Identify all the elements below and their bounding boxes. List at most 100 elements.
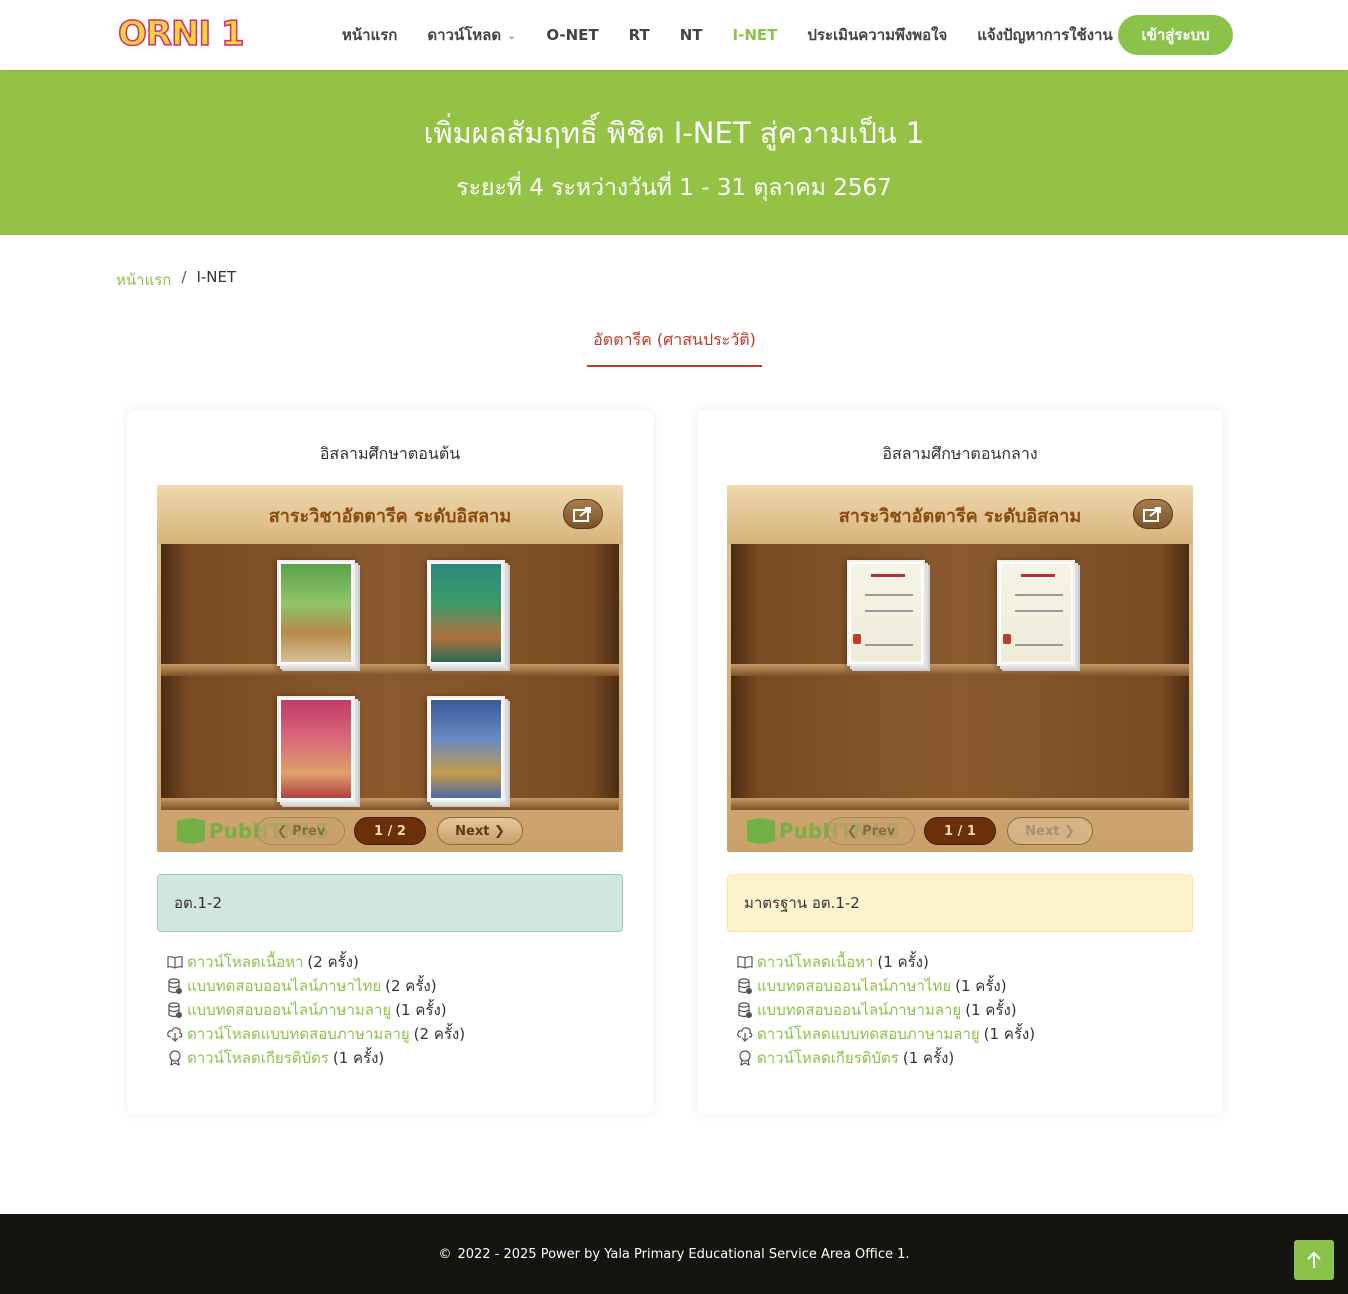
link-download-content: ดาวน์โหลดเนื้อหา (1 ครั้ง) bbox=[737, 950, 1035, 974]
link-online-test-thai: แบบทดสอบออนไลน์ภาษาไทย (1 ครั้ง) bbox=[737, 974, 1035, 998]
nav-item-nt[interactable]: NT bbox=[680, 26, 703, 44]
online-test-thai-link[interactable]: แบบทดสอบออนไลน์ภาษาไทย bbox=[187, 974, 381, 998]
card-title: อิสลามศึกษาตอนกลาง bbox=[882, 444, 1038, 463]
nav-item-satisfaction[interactable]: ประเมินความพึงพอใจ bbox=[807, 23, 947, 47]
prev-page-button[interactable]: ❮ Prev bbox=[257, 817, 345, 845]
link-download-content: ดาวน์โหลดเนื้อหา (2 ครั้ง) bbox=[167, 950, 465, 974]
download-count: (1 ครั้ง) bbox=[902, 1049, 955, 1067]
cloud-download-icon bbox=[737, 1026, 753, 1042]
database-check-icon bbox=[167, 978, 183, 994]
chevron-right-icon: ❯ bbox=[489, 823, 505, 839]
standard-alert: อต.1-2 bbox=[157, 874, 623, 932]
download-count: (1 ครั้ง) bbox=[877, 953, 929, 971]
download-count: (2 ครั้ง) bbox=[413, 1025, 466, 1043]
next-page-button[interactable]: Next ❯ bbox=[437, 817, 523, 845]
nav-item-download[interactable]: ดาวน์โหลด ⌄ bbox=[427, 23, 516, 47]
nav-item-report-problem[interactable]: แจ้งปัญหาการใช้งาน bbox=[977, 23, 1112, 47]
share-button[interactable] bbox=[563, 499, 603, 529]
shelf-footer: PubHTML5 ❮ Prev 1 / 1 Next ❯ bbox=[727, 810, 1193, 852]
nav-item-onet[interactable]: O-NET bbox=[546, 26, 598, 44]
chevron-down-icon: ⌄ bbox=[507, 28, 517, 42]
prev-page-button[interactable]: ❮ Prev bbox=[827, 817, 915, 845]
hero-banner: เพิ่มผลสัมฤทธิ์ พิชิต I-NET สู่ความเป็น … bbox=[0, 70, 1348, 235]
download-content-link[interactable]: ดาวน์โหลดเนื้อหา bbox=[187, 950, 303, 974]
course-card-early: อิสลามศึกษาตอนต้น สาระวิชาอัตตารีค ระดับ… bbox=[127, 410, 653, 1114]
flipbook-bookshelf: สาระวิชาอัตตารีค ระดับอิสลาม PubHTML5 ❮ … bbox=[157, 485, 623, 852]
download-certificate-link[interactable]: ดาวน์โหลดเกียรติบัตร bbox=[757, 1046, 899, 1070]
site-logo[interactable]: ORNI 1 bbox=[117, 13, 245, 55]
shelf-title: สาระวิชาอัตตารีค ระดับอิสลาม bbox=[268, 506, 512, 527]
shelf-plank bbox=[731, 664, 1189, 676]
nav-item-inet[interactable]: I-NET bbox=[733, 26, 778, 44]
test-count: (1 ครั้ง) bbox=[955, 977, 1007, 995]
top-navbar: ORNI 1 หน้าแรก ดาวน์โหลด ⌄ O-NET RT NT I-… bbox=[0, 0, 1348, 70]
breadcrumb-current: I-NET bbox=[196, 268, 237, 286]
download-test-malay-link[interactable]: ดาวน์โหลดแบบทดสอบภาษามลายู bbox=[757, 1022, 980, 1046]
book-cover[interactable] bbox=[277, 560, 355, 666]
test-count: (2 ครั้ง) bbox=[385, 977, 437, 995]
download-test-malay-link[interactable]: ดาวน์โหลดแบบทดสอบภาษามลายู bbox=[187, 1022, 410, 1046]
book-cover[interactable] bbox=[847, 560, 925, 666]
shelf-body bbox=[731, 544, 1189, 810]
shelf-plank bbox=[161, 664, 619, 676]
download-count: (1 ครั้ง) bbox=[983, 1025, 1036, 1043]
book-open-icon bbox=[737, 954, 753, 970]
test-count: (1 ครั้ง) bbox=[395, 1001, 447, 1019]
share-button[interactable] bbox=[1133, 499, 1173, 529]
main-nav: หน้าแรก ดาวน์โหลด ⌄ O-NET RT NT I-NET ประ… bbox=[342, 0, 1143, 70]
book-cover[interactable] bbox=[277, 696, 355, 802]
page-indicator: 1 / 2 bbox=[354, 817, 426, 845]
online-test-malay-link[interactable]: แบบทดสอบออนไลน์ภาษามลายู bbox=[757, 998, 961, 1022]
online-test-thai-link[interactable]: แบบทดสอบออนไลน์ภาษาไทย bbox=[757, 974, 951, 998]
link-download-test-malay: ดาวน์โหลดแบบทดสอบภาษามลายู (2 ครั้ง) bbox=[167, 1022, 465, 1046]
book-cover[interactable] bbox=[427, 696, 505, 802]
link-online-test-malay: แบบทดสอบออนไลน์ภาษามลายู (1 ครั้ง) bbox=[737, 998, 1035, 1022]
page-indicator: 1 / 1 bbox=[924, 817, 996, 845]
chevron-left-icon: ❮ bbox=[846, 823, 863, 839]
online-test-malay-link[interactable]: แบบทดสอบออนไลน์ภาษามลายู bbox=[187, 998, 391, 1022]
shelf-title: สาระวิชาอัตตารีค ระดับอิสลาม bbox=[838, 506, 1082, 527]
database-check-icon bbox=[167, 1002, 183, 1018]
breadcrumb: หน้าแรก / I-NET bbox=[116, 268, 236, 292]
shelf-footer: PubHTML5 ❮ Prev 1 / 2 Next ❯ bbox=[157, 810, 623, 852]
link-download-certificate: ดาวน์โหลดเกียรติบัตร (1 ครั้ง) bbox=[167, 1046, 465, 1070]
award-icon bbox=[737, 1050, 753, 1066]
link-download-test-malay: ดาวน์โหลดแบบทดสอบภาษามลายู (1 ครั้ง) bbox=[737, 1022, 1035, 1046]
shelf-plank bbox=[161, 798, 619, 810]
book-icon bbox=[177, 818, 205, 844]
book-cover[interactable] bbox=[427, 560, 505, 666]
hero-subtitle: ระยะที่ 4 ระหว่างวันที่ 1 - 31 ตุลาคม 25… bbox=[456, 175, 892, 201]
nav-item-home[interactable]: หน้าแรก bbox=[342, 23, 397, 47]
scroll-to-top-button[interactable] bbox=[1294, 1240, 1334, 1280]
next-page-button[interactable]: Next ❯ bbox=[1007, 817, 1093, 845]
link-download-certificate: ดาวน์โหลดเกียรติบัตร (1 ครั้ง) bbox=[737, 1046, 1035, 1070]
link-online-test-malay: แบบทดสอบออนไลน์ภาษามลายู (1 ครั้ง) bbox=[167, 998, 465, 1022]
download-links: ดาวน์โหลดเนื้อหา (1 ครั้ง) แบบทดสอบออนไล… bbox=[737, 950, 1035, 1070]
download-links: ดาวน์โหลดเนื้อหา (2 ครั้ง) แบบทดสอบออนไล… bbox=[167, 950, 465, 1070]
shelf-header: สาระวิชาอัตตารีค ระดับอิสลาม bbox=[727, 485, 1193, 544]
test-count: (1 ครั้ง) bbox=[965, 1001, 1017, 1019]
flipbook-bookshelf: สาระวิชาอัตตารีค ระดับอิสลาม PubHTML5 ❮ … bbox=[727, 485, 1193, 852]
database-check-icon bbox=[737, 1002, 753, 1018]
nav-item-rt[interactable]: RT bbox=[629, 26, 650, 44]
breadcrumb-home[interactable]: หน้าแรก bbox=[116, 268, 171, 292]
book-cover[interactable] bbox=[997, 560, 1075, 666]
footer-text: 2022 - 2025 Power by Yala Primary Educat… bbox=[457, 1246, 910, 1262]
course-card-middle: อิสลามศึกษาตอนกลาง สาระวิชาอัตตารีค ระดั… bbox=[697, 410, 1223, 1114]
shelf-plank bbox=[731, 798, 1189, 810]
download-content-link[interactable]: ดาวน์โหลดเนื้อหา bbox=[757, 950, 873, 974]
standard-alert: มาตรฐาน อต.1-2 bbox=[727, 874, 1193, 932]
download-count: (1 ครั้ง) bbox=[332, 1049, 385, 1067]
tab-attarikh[interactable]: อัตตารีค (ศาสนประวัติ) bbox=[587, 328, 762, 367]
share-icon bbox=[1143, 507, 1161, 522]
site-footer: © 2022 - 2025 Power by Yala Primary Educ… bbox=[0, 1214, 1348, 1294]
book-open-icon bbox=[167, 954, 183, 970]
database-check-icon bbox=[737, 978, 753, 994]
award-icon bbox=[167, 1050, 183, 1066]
download-certificate-link[interactable]: ดาวน์โหลดเกียรติบัตร bbox=[187, 1046, 329, 1070]
chevron-right-icon: ❯ bbox=[1059, 823, 1075, 839]
copyright-icon: © bbox=[438, 1246, 452, 1262]
cloud-download-icon bbox=[167, 1026, 183, 1042]
login-button[interactable]: เข้าสู่ระบบ bbox=[1118, 15, 1233, 55]
book-icon bbox=[747, 818, 775, 844]
